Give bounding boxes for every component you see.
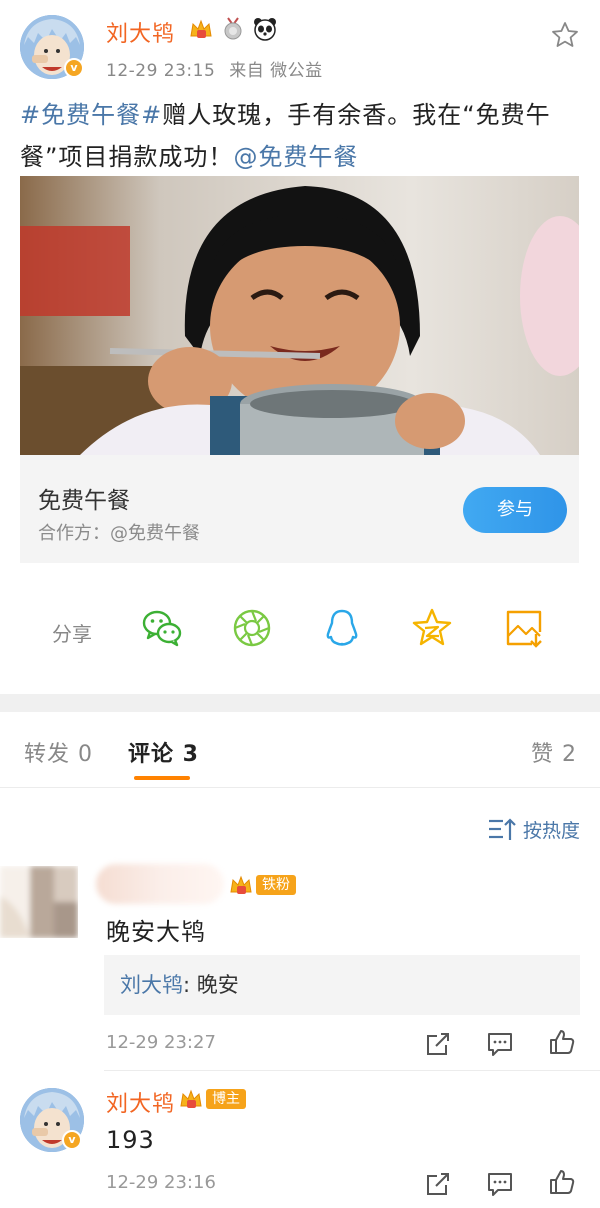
post-source: 来自 微公益: [229, 61, 323, 81]
vip-crown-icon: [180, 1089, 202, 1108]
fan-badge: 铁粉: [228, 872, 296, 898]
card-title: 免费午餐: [38, 488, 130, 514]
post-image[interactable]: [20, 176, 579, 455]
vip-crown-icon: [190, 19, 212, 38]
tab-likes[interactable]: 赞 2: [531, 736, 577, 768]
user-badges: [188, 16, 278, 42]
qzone-icon[interactable]: [410, 606, 454, 650]
qq-icon[interactable]: [320, 606, 364, 650]
like-icon[interactable]: [548, 1168, 576, 1196]
repost-icon[interactable]: [424, 1170, 452, 1198]
comment-text: 193: [106, 1126, 155, 1154]
wechat-icon[interactable]: [140, 606, 184, 650]
post-username[interactable]: 刘大鸨: [106, 16, 175, 48]
comment-icon[interactable]: [486, 1030, 514, 1058]
reply-author[interactable]: 刘大鸨: [120, 973, 183, 997]
comment-text: 晚安大鸨: [106, 918, 206, 946]
comment-username-blurred[interactable]: [96, 864, 224, 904]
save-image-icon[interactable]: [502, 606, 546, 650]
section-separator: [0, 694, 600, 712]
share-label: 分享: [52, 622, 92, 646]
post-time: 12-29 23:15: [106, 61, 216, 81]
sort-toggle[interactable]: 按热度: [487, 816, 580, 843]
vip-crown-icon: [230, 875, 252, 894]
post-hashtag[interactable]: #免费午餐#: [20, 101, 162, 129]
fan-tag: 铁粉: [256, 875, 296, 895]
repost-icon[interactable]: [424, 1030, 452, 1058]
host-tag: 博主: [206, 1089, 246, 1109]
comment-reply[interactable]: 刘大鸨: 晚安: [104, 955, 580, 1015]
comment-icon[interactable]: [486, 1170, 514, 1198]
verified-icon: v: [62, 1130, 82, 1150]
post-text: #免费午餐#赠人玫瑰，手有余香。我在“免费午餐”项目捐款成功！@免费午餐: [20, 94, 580, 178]
moments-icon[interactable]: [230, 606, 274, 650]
favorite-star-icon[interactable]: [550, 20, 580, 50]
reply-text: : 晚安: [183, 973, 239, 997]
tab-comments[interactable]: 评论 3: [128, 736, 199, 768]
comment-avatar[interactable]: [0, 866, 78, 938]
comment-time: 12-29 23:27: [106, 1032, 216, 1053]
post-header: v 刘大鸨 12-29 23:15 来自 微公益: [0, 0, 600, 90]
comment-time: 12-29 23:16: [106, 1172, 216, 1193]
post-meta: 12-29 23:15 来自 微公益: [106, 56, 323, 81]
participate-button[interactable]: 参与: [463, 487, 567, 533]
tab-reposts[interactable]: 转发 0: [24, 736, 93, 768]
card-partner: 合作方：@免费午餐: [38, 523, 200, 544]
verified-icon: v: [64, 58, 84, 78]
interaction-tabs: 转发 0 评论 3 赞 2: [0, 712, 600, 788]
medal-icon: [224, 17, 242, 40]
comment-username[interactable]: 刘大鸨: [106, 1086, 175, 1118]
project-card[interactable]: 免费午餐 合作方：@免费午餐 参与: [20, 455, 579, 563]
share-row: 分享: [0, 590, 600, 670]
sort-icon: [488, 817, 516, 840]
post-mention[interactable]: @免费午餐: [233, 143, 358, 171]
tab-active-indicator: [134, 776, 190, 780]
panda-icon: [254, 18, 276, 41]
comment-divider: [104, 1070, 600, 1071]
sort-label: 按热度: [522, 820, 580, 842]
author-badges: 博主: [178, 1086, 246, 1112]
like-icon[interactable]: [548, 1028, 576, 1056]
